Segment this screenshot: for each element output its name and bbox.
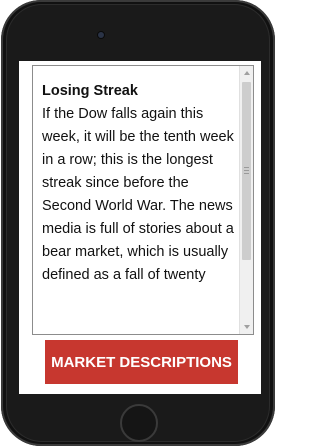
market-descriptions-button[interactable]: MARKET DESCRIPTIONS: [45, 340, 238, 384]
home-button-icon[interactable]: [120, 404, 158, 442]
phone-frame: Losing Streak If the Dow falls again thi…: [1, 0, 275, 446]
vertical-scrollbar[interactable]: [239, 66, 253, 334]
camera-icon: [98, 32, 104, 38]
article-body: If the Dow falls again this week, it wil…: [42, 106, 234, 283]
scroll-down-arrow-icon[interactable]: [240, 320, 253, 334]
phone-screen: Losing Streak If the Dow falls again thi…: [19, 61, 261, 394]
article-content: Losing Streak If the Dow falls again thi…: [42, 80, 236, 287]
page: Losing Streak If the Dow falls again thi…: [0, 0, 276, 448]
article-title: Losing Streak: [42, 83, 138, 99]
scroll-up-arrow-icon[interactable]: [240, 66, 253, 80]
scroll-thumb[interactable]: [242, 82, 251, 260]
article-scroll-box[interactable]: Losing Streak If the Dow falls again thi…: [32, 65, 254, 335]
